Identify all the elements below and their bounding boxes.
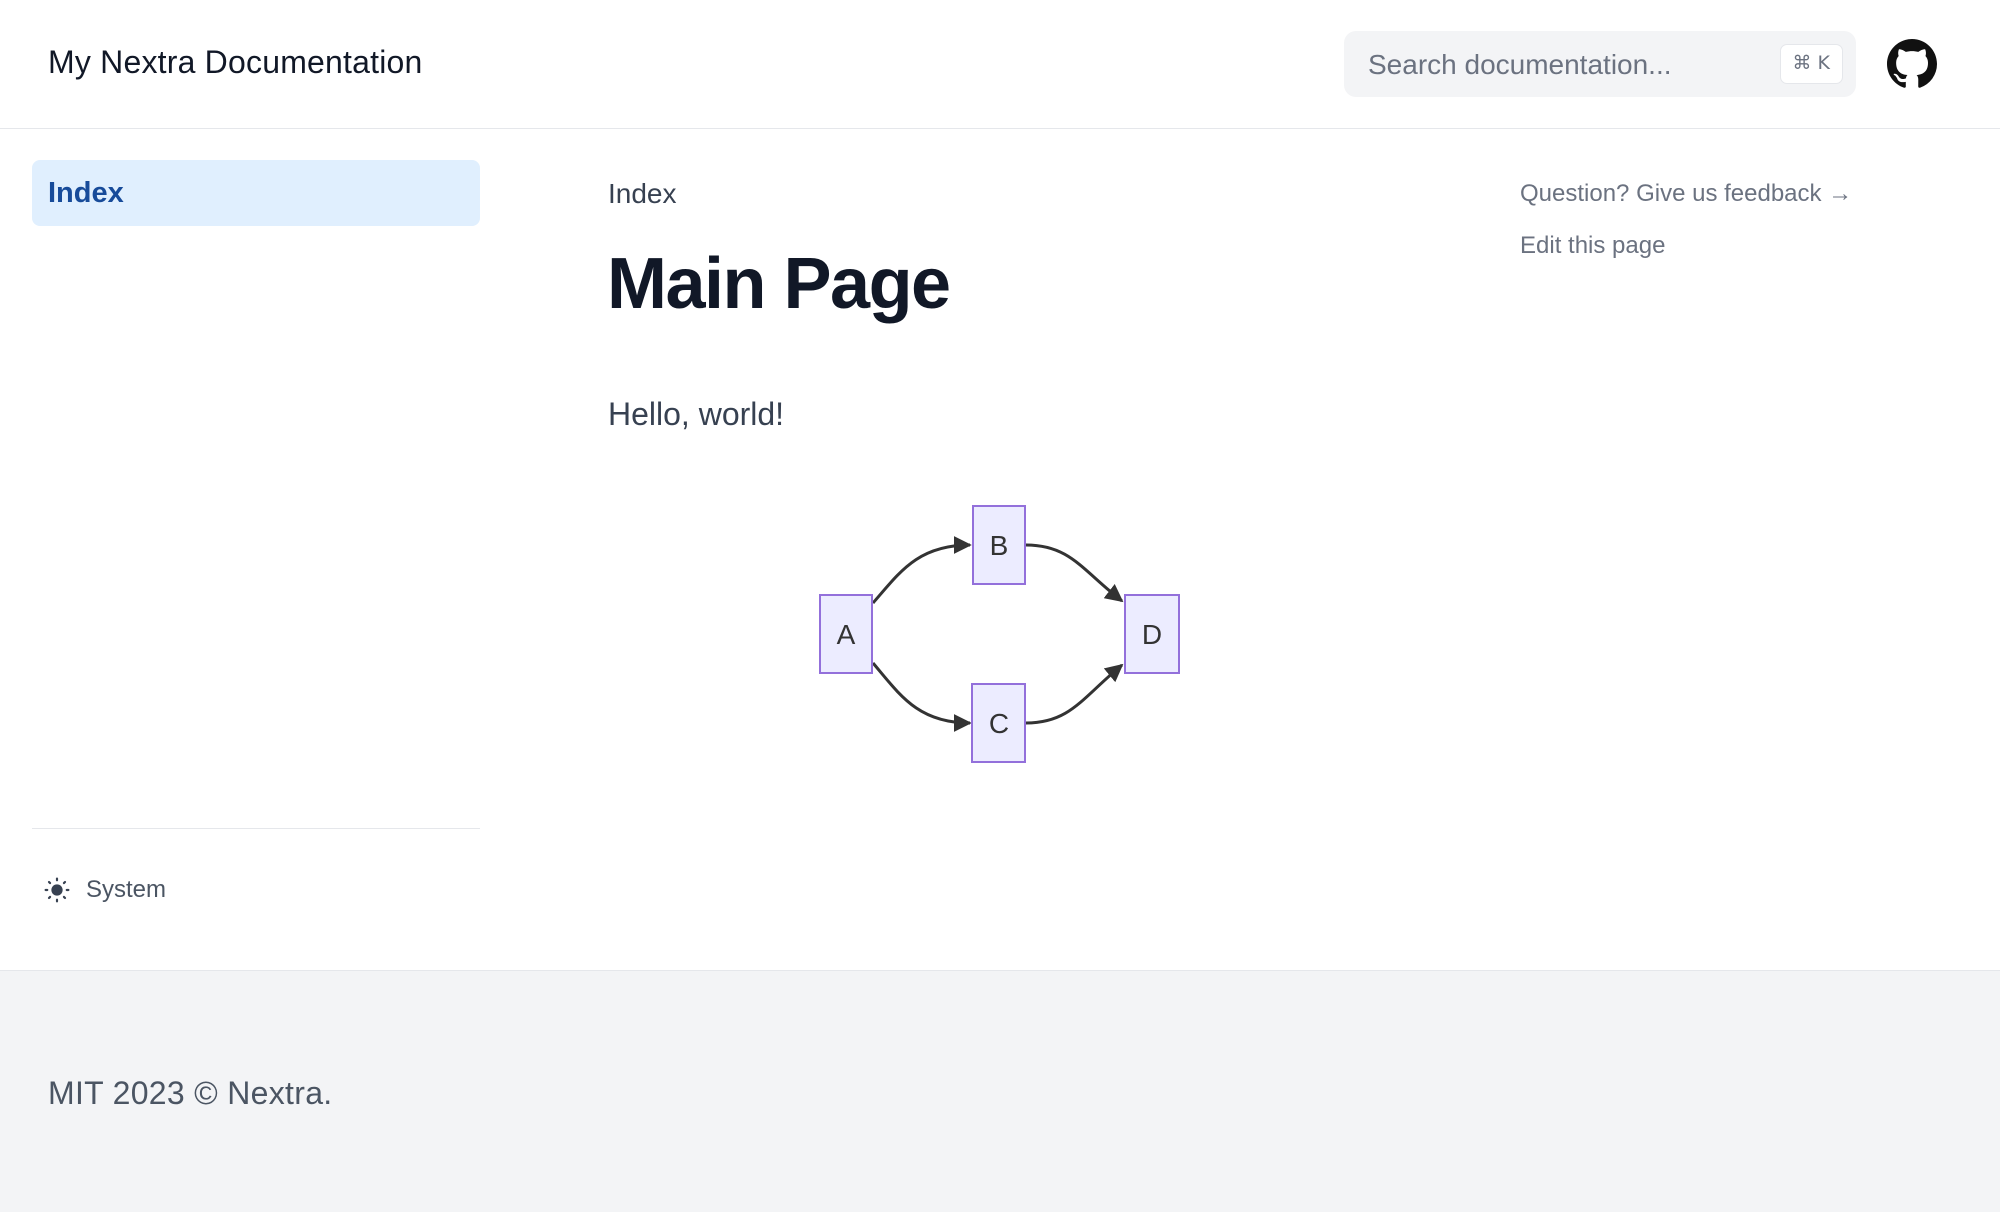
sun-icon [44,877,70,903]
sidebar-item-label: Index [48,177,124,209]
node-b-label: B [990,530,1009,561]
edge-c-d [1025,663,1124,725]
search-input[interactable]: Search documentation... ⌘ K [1344,31,1856,97]
footer-copyright: MIT 2023 © Nextra. [48,1075,333,1111]
page: My Nextra Documentation Search documenta… [0,0,2000,1212]
edge-a-c [871,662,972,732]
sidebar-item-index[interactable]: Index [32,160,480,226]
edit-page-link[interactable]: Edit this page [1520,232,1665,260]
node-a-label: A [837,619,856,650]
footer: MIT 2023 © Nextra. [0,970,2000,1212]
sidebar-divider [32,828,480,829]
node-c: C [971,683,1026,763]
node-c-label: C [989,708,1009,739]
page-title: Main Page [607,244,951,324]
navbar: My Nextra Documentation Search documenta… [0,0,2000,129]
theme-switch-button[interactable]: System [44,872,204,908]
search-shortcut-badge: ⌘ K [1779,44,1843,84]
node-a: A [819,594,873,674]
node-b: B [972,505,1026,585]
search-placeholder: Search documentation... [1368,49,1672,80]
feedback-link[interactable]: Question? Give us feedback → [1520,180,1852,208]
theme-label: System [86,876,167,903]
site-title[interactable]: My Nextra Documentation [48,44,423,81]
node-d: D [1124,594,1180,674]
edge-b-d [1025,543,1124,603]
github-icon[interactable] [1887,38,1937,90]
node-d-label: D [1142,619,1162,650]
body-paragraph: Hello, world! [608,396,785,432]
edge-a-b [871,536,972,604]
mermaid-flowchart: A B C D [819,505,1180,763]
breadcrumb: Index [608,178,677,209]
